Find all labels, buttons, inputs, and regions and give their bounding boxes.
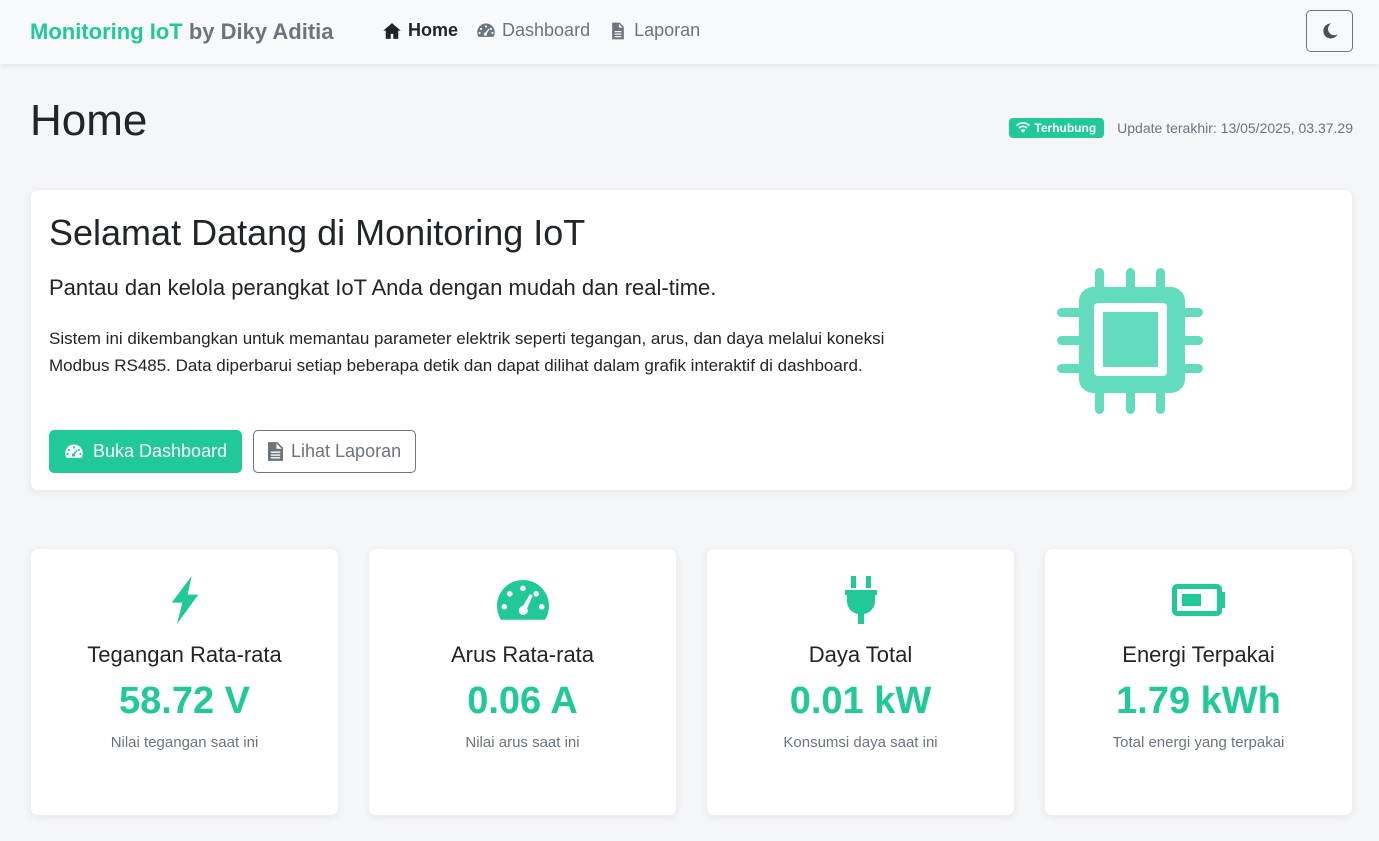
wifi-icon (1016, 122, 1031, 133)
stat-label: Energi Terpakai (1122, 642, 1275, 667)
battery-icon (1171, 584, 1225, 616)
open-dashboard-label: Buka Dashboard (93, 441, 228, 461)
lightning-icon (171, 576, 198, 624)
gauge-icon (65, 444, 83, 458)
welcome-description: Sistem ini dikembangkan untuk memantau p… (49, 329, 885, 375)
theme-toggle-button[interactable] (1306, 10, 1353, 52)
nav-item-dashboard[interactable]: Dashboard (476, 20, 590, 41)
brand[interactable]: Monitoring IoT by Diky Aditia (30, 19, 334, 45)
nav-item-home-label: Home (408, 20, 459, 40)
file-icon (268, 442, 283, 461)
welcome-lead: Pantau dan kelola perangkat IoT Anda den… (49, 275, 717, 300)
page-title: Home (30, 96, 148, 145)
nav-items: Home Dashboard Laporan (382, 20, 700, 41)
file-icon (612, 22, 624, 39)
brand-accent: Monitoring IoT (30, 19, 183, 44)
stat-value: 0.06 A (467, 680, 578, 722)
view-report-label: Lihat Laporan (291, 441, 402, 461)
cpu-chip-icon (1057, 268, 1203, 414)
view-report-button[interactable]: Lihat Laporan (253, 430, 417, 473)
moon-icon (1322, 23, 1337, 39)
status-badge: Terhubung (1009, 118, 1105, 138)
status-badge-label: Terhubung (1034, 121, 1097, 135)
stat-subtext: Konsumsi daya saat ini (783, 734, 938, 751)
stat-label: Tegangan Rata-rata (87, 642, 282, 667)
status-area: Terhubung Update terakhir: 13/05/2025, 0… (1009, 118, 1353, 138)
stat-value: 1.79 kWh (1116, 680, 1281, 722)
plug-icon (844, 576, 877, 624)
nav-item-laporan[interactable]: Laporan (608, 20, 700, 41)
home-icon (383, 22, 401, 39)
stat-value: 58.72 V (119, 680, 250, 722)
stat-card-current: Arus Rata-rata 0.06 A Nilai arus saat in… (368, 548, 677, 816)
stat-subtext: Nilai tegangan saat ini (110, 734, 259, 751)
stat-label: Daya Total (808, 642, 913, 667)
welcome-card: Selamat Datang di Monitoring IoT Pantau … (30, 189, 1353, 491)
stat-card-power: Daya Total 0.01 kW Konsumsi daya saat in… (706, 548, 1015, 816)
nav-item-home[interactable]: Home (382, 20, 458, 41)
open-dashboard-button[interactable]: Buka Dashboard (49, 430, 243, 473)
stat-card-energy: Energi Terpakai 1.79 kWh Total energi ya… (1044, 548, 1353, 816)
nav-item-laporan-label: Laporan (634, 20, 701, 40)
stat-subtext: Total energi yang terpakai (1112, 734, 1285, 751)
stat-card-voltage: Tegangan Rata-rata 58.72 V Nilai teganga… (30, 548, 339, 816)
navbar: Monitoring IoT by Diky Aditia Home Dashb… (0, 0, 1379, 64)
speedometer-icon (496, 580, 549, 620)
brand-rest: by Diky Aditia (188, 19, 334, 44)
last-update-text: Update terakhir: 13/05/2025, 03.37.29 (1117, 120, 1353, 136)
nav-item-dashboard-label: Dashboard (502, 20, 591, 40)
stat-value: 0.01 kW (789, 680, 932, 722)
stat-subtext: Nilai arus saat ini (465, 734, 580, 751)
gauge-icon (477, 23, 495, 37)
welcome-title: Selamat Datang di Monitoring IoT (49, 212, 586, 253)
stat-label: Arus Rata-rata (450, 642, 595, 667)
